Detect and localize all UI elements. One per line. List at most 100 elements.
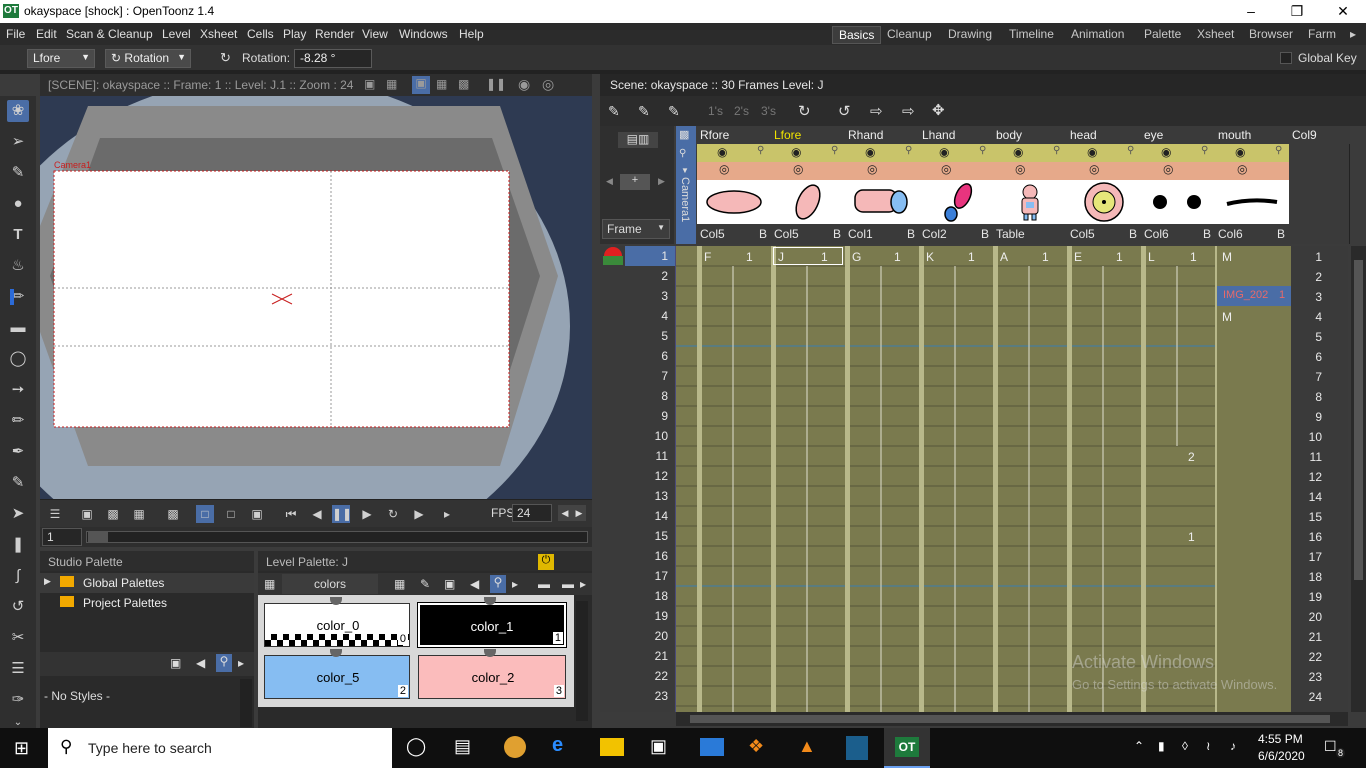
step-1-button[interactable]: 1's (708, 104, 723, 118)
preview-visible-icon[interactable]: ◉ (1013, 145, 1023, 159)
selection-tool-icon[interactable]: ➢ (7, 131, 29, 153)
preview-visible-icon[interactable]: ◉ (939, 145, 949, 159)
menu-icon[interactable]: ☰ (46, 505, 64, 523)
save-icon[interactable]: ▣ (170, 656, 181, 670)
room-tab-basics[interactable]: Basics (832, 26, 882, 44)
lock-icon[interactable]: ⚲ (979, 145, 986, 156)
room-tab-xsheet[interactable]: Xsheet (1191, 26, 1240, 44)
taskbar-search[interactable]: ⚲ Type here to search (48, 728, 392, 768)
chevron-right-icon[interactable]: ▶ (44, 576, 51, 587)
row-number[interactable]: 13 (600, 486, 674, 506)
room-tab-palette[interactable]: Palette (1138, 26, 1187, 44)
layout-toggle-icon[interactable]: ▤▥ (618, 132, 658, 148)
tree-item-global[interactable]: ▶ Global Palettes (40, 573, 254, 593)
prev-icon[interactable]: ◀ (470, 577, 479, 591)
camstand-toggle[interactable] (1141, 162, 1215, 180)
camstand-toggle[interactable] (1215, 162, 1289, 180)
loop-icon[interactable]: ↻ (384, 505, 402, 523)
remove-icon[interactable]: ⇨ (902, 102, 915, 120)
geometric-tool-icon[interactable]: ● (7, 193, 29, 215)
more-icon[interactable]: ▸ (580, 577, 586, 591)
fps-up-icon[interactable]: ▶ (572, 505, 586, 521)
save-icon[interactable]: ▣ (78, 505, 96, 523)
camstand-visible-icon[interactable]: ◎ (1015, 162, 1025, 176)
column-header-rhand[interactable]: Rhand ◉ ⚲ ◎ Col1 B (845, 126, 919, 244)
object-combo[interactable]: Lfore ▼ (27, 49, 95, 68)
row-number[interactable]: 21 (600, 646, 674, 666)
show-hidden-icons[interactable]: ⌃ (1134, 739, 1144, 753)
play-icon[interactable]: ▶ (358, 505, 376, 523)
row-number[interactable]: 18 (600, 586, 674, 606)
scroll-thumb[interactable] (1354, 260, 1363, 580)
camstand-toggle[interactable] (993, 162, 1067, 180)
column-header-empty[interactable]: Col9 (1289, 126, 1350, 244)
camstand-toggle[interactable] (771, 162, 845, 180)
mail-icon[interactable] (700, 738, 724, 756)
lock-icon[interactable]: ⚲ (679, 148, 686, 159)
preview-icon[interactable]: ◉ (518, 76, 530, 93)
cutter-tool-icon[interactable]: ✂ (7, 627, 29, 649)
camstand-toggle[interactable] (845, 162, 919, 180)
new-vector-level-icon[interactable]: ✎ (608, 103, 620, 120)
next-icon[interactable]: ▶ (658, 176, 665, 187)
clock-time[interactable]: 4:55 PM (1258, 732, 1303, 746)
prev-icon[interactable]: ◀ (606, 176, 613, 187)
style-chip-3[interactable]: color_2 3 (418, 655, 566, 699)
row-number[interactable]: 23 (600, 686, 674, 706)
row-number[interactable]: 17 (600, 566, 674, 586)
compare-icon[interactable]: ▦ (130, 505, 148, 523)
lock-icon[interactable]: ⚲ (1127, 145, 1134, 156)
column-header-rfore[interactable]: Rfore ◉ ⚲ ◎ Col5 B (697, 126, 771, 244)
grid-icon[interactable]: ▦ (386, 77, 397, 91)
room-tab-timeline[interactable]: Timeline (1003, 26, 1060, 44)
notification-icon[interactable]: ☐ (1324, 738, 1337, 755)
row-number[interactable]: 5 (600, 326, 674, 346)
column-header-lfore[interactable]: Lfore ◉ ⚲ ◎ Col5 B (771, 126, 845, 244)
battery-icon[interactable]: ▮ (1158, 739, 1165, 753)
frame-field[interactable]: 1 (42, 528, 82, 546)
repeat-icon[interactable]: ↺ (838, 102, 851, 120)
row-number[interactable]: 4 (600, 306, 674, 326)
camstand-toggle[interactable] (1067, 162, 1141, 180)
magnet-tool-icon[interactable]: ❚ (7, 534, 29, 556)
opentoonz-taskbar-icon[interactable]: OT (884, 728, 930, 768)
row-number[interactable]: 14 (600, 506, 674, 526)
lock-icon[interactable]: ⚲ (1053, 145, 1060, 156)
vertical-scrollbar[interactable] (1351, 246, 1366, 712)
lock-icon[interactable]: ⚲ (831, 145, 838, 156)
row-number[interactable]: 22 (600, 666, 674, 686)
lock-icon[interactable]: ⚲ (757, 145, 764, 156)
network-icon[interactable]: ◊ (1182, 739, 1188, 753)
fill-tool-icon[interactable]: ♨ (7, 255, 29, 277)
row-number[interactable]: 3 (600, 286, 674, 306)
row-number[interactable]: 1 (600, 246, 674, 266)
view-mode-icon[interactable]: ▦ (394, 577, 405, 591)
page-tab-colors[interactable]: colors (282, 574, 378, 594)
rgb-picker-tool-icon[interactable]: ✏ (7, 410, 29, 432)
file-explorer-icon[interactable] (600, 738, 624, 756)
new-page-icon[interactable]: ▬ (538, 577, 550, 591)
style-picker-tool-icon[interactable]: ➙ (7, 379, 29, 401)
column-header-head[interactable]: head ◉ ⚲ ◎ Col5 B (1067, 126, 1141, 244)
minimize-button[interactable]: – (1228, 0, 1274, 23)
prev-frame-icon[interactable]: ◀ (308, 505, 326, 523)
chrome-icon[interactable] (504, 736, 526, 758)
column-header-body[interactable]: body ◉ ⚲ ◎ Table (993, 126, 1067, 244)
menu-edit[interactable]: Edit (36, 27, 57, 41)
preview-visible-icon[interactable]: ◉ (791, 145, 801, 159)
more-rooms-icon[interactable]: ▸ (1350, 27, 1356, 41)
style-chip-1[interactable]: color_1 1 (417, 602, 567, 648)
row-number[interactable]: 6 (600, 346, 674, 366)
menu-windows[interactable]: Windows (399, 27, 448, 41)
first-frame-icon[interactable]: ⏮ (282, 505, 300, 523)
menu-cells[interactable]: Cells (247, 27, 274, 41)
blender-icon[interactable]: ❖ (748, 736, 764, 757)
rotation-field[interactable]: -8.28 ° (294, 49, 372, 68)
camera-column-header[interactable]: ▩ ⚲ ▼ Camera1 (676, 126, 696, 244)
room-tab-drawing[interactable]: Drawing (942, 26, 998, 44)
timeline-icon[interactable]: ▤ (454, 736, 471, 757)
room-tab-browser[interactable]: Browser (1243, 26, 1299, 44)
camstand-toggle[interactable] (919, 162, 993, 180)
menu-xsheet[interactable]: Xsheet (200, 27, 237, 41)
skeleton-tool-icon[interactable]: ☰ (7, 658, 29, 680)
